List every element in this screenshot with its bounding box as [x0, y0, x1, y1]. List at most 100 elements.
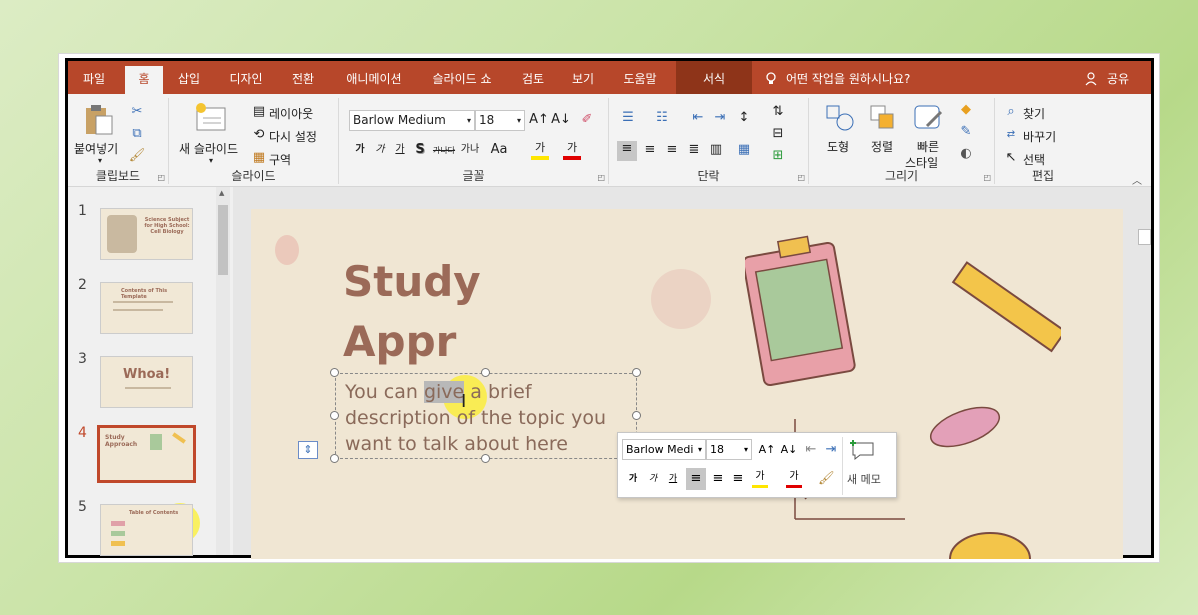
dialog-launcher-icon[interactable]: ◰: [157, 173, 165, 182]
dialog-launcher-icon[interactable]: ◰: [797, 173, 805, 182]
increase-indent-icon[interactable]: ⇥: [711, 110, 729, 126]
slide-thumbnail-5[interactable]: Table of Contents: [100, 504, 193, 556]
numbering-icon[interactable]: ☷: [653, 110, 671, 126]
tab-transitions[interactable]: 전환: [280, 61, 326, 94]
align-left-icon[interactable]: ≡: [686, 468, 706, 490]
slide-thumbnail-2[interactable]: Contents of This Template: [100, 282, 193, 334]
align-left-icon[interactable]: ≡: [617, 141, 637, 161]
smartart-icon[interactable]: ⊞: [769, 148, 787, 164]
distribute-icon[interactable]: ▥: [707, 142, 725, 158]
scrollbar-thumb[interactable]: [218, 205, 228, 275]
chevron-down-icon[interactable]: ▾: [98, 156, 102, 165]
arrange-button[interactable]: 정렬: [871, 138, 893, 155]
shape-effects-icon[interactable]: ◐: [957, 146, 975, 162]
align-right-icon[interactable]: ≡: [730, 471, 746, 487]
select-button[interactable]: 선택: [1023, 151, 1045, 168]
tab-home[interactable]: 홈: [125, 66, 163, 94]
shape-outline-icon[interactable]: ✎: [957, 124, 975, 140]
italic-button[interactable]: 가: [646, 471, 660, 487]
format-painter-icon[interactable]: 🖌: [818, 471, 835, 487]
vertical-scrollbar-thumb[interactable]: [1138, 229, 1151, 245]
slide-thumbnail-3[interactable]: Whoa!: [100, 356, 193, 408]
tab-format[interactable]: 서식: [676, 61, 752, 94]
columns-icon[interactable]: ▦: [735, 142, 753, 158]
thumbnail-scrollbar[interactable]: ▲: [216, 187, 230, 555]
find-button[interactable]: 찾기: [1023, 105, 1045, 122]
share-button[interactable]: 공유: [1102, 61, 1134, 94]
text-direction-icon[interactable]: ⇅: [769, 104, 787, 120]
resize-handle[interactable]: [330, 454, 339, 463]
slide-number: 2: [78, 277, 87, 293]
highlight-button[interactable]: 가: [531, 140, 549, 160]
decrease-indent-icon[interactable]: ⇤: [689, 110, 707, 126]
new-slide-button[interactable]: 새 슬라이드: [179, 140, 238, 157]
tab-design[interactable]: 디자인: [218, 61, 274, 94]
section-button[interactable]: 구역: [269, 151, 291, 168]
change-case-button[interactable]: Aa: [489, 142, 509, 158]
shapes-button[interactable]: 도형: [827, 138, 849, 155]
resize-handle[interactable]: [632, 368, 641, 377]
layout-button[interactable]: 레이아웃: [269, 105, 313, 122]
slide-title-line-2[interactable]: Appr: [343, 317, 456, 367]
chevron-down-icon[interactable]: ▾: [209, 156, 213, 165]
autofit-options-icon[interactable]: ⇕: [298, 441, 318, 459]
scroll-up-icon[interactable]: ▲: [219, 189, 224, 197]
resize-handle[interactable]: [481, 368, 490, 377]
tab-slideshow[interactable]: 슬라이드 쇼: [420, 61, 504, 94]
shrink-font-icon[interactable]: A↓: [780, 442, 798, 458]
slide-thumbnail-1[interactable]: Science Subject for High School: Cell Bi…: [100, 208, 193, 260]
clear-format-icon[interactable]: ✐: [577, 112, 597, 128]
new-comment-button[interactable]: 새 메모: [847, 471, 881, 487]
underline-button[interactable]: 가: [393, 142, 407, 158]
mini-font-dropdown[interactable]: Barlow Medi ▾: [622, 439, 706, 460]
slide-title-line-1[interactable]: Study: [343, 257, 481, 307]
font-name-dropdown[interactable]: Barlow Medium ▾: [349, 110, 475, 131]
format-painter-icon[interactable]: 🖌: [128, 148, 146, 164]
text-cursor-icon: I: [461, 391, 467, 412]
slide-body-text[interactable]: You can give a brief description of the …: [345, 379, 645, 457]
resize-handle[interactable]: [330, 368, 339, 377]
align-center-icon[interactable]: ≡: [710, 471, 726, 487]
font-color-button[interactable]: 가: [563, 140, 581, 160]
font-color-button[interactable]: 가: [786, 469, 802, 488]
line-spacing-icon[interactable]: ↕: [735, 110, 753, 126]
grow-font-icon[interactable]: A↑: [758, 442, 776, 458]
justify-icon[interactable]: ≣: [685, 142, 703, 158]
bullets-icon[interactable]: ☰: [619, 110, 637, 126]
dialog-launcher-icon[interactable]: ◰: [983, 173, 991, 182]
collapse-ribbon-icon[interactable]: ︿: [1132, 172, 1142, 187]
tab-file[interactable]: 파일: [68, 61, 120, 94]
align-center-icon[interactable]: ≡: [641, 142, 659, 158]
replace-button[interactable]: 바꾸기: [1023, 128, 1056, 145]
font-size-dropdown[interactable]: 18 ▾: [475, 110, 525, 131]
shadow-button[interactable]: S: [413, 142, 427, 158]
tab-view[interactable]: 보기: [562, 61, 604, 94]
italic-button[interactable]: 가: [373, 142, 387, 158]
tab-help[interactable]: 도움말: [612, 61, 668, 94]
paste-button[interactable]: 붙여넣기: [74, 140, 118, 157]
tab-insert[interactable]: 삽입: [168, 61, 210, 94]
align-right-icon[interactable]: ≡: [663, 142, 681, 158]
reset-button[interactable]: 다시 설정: [269, 128, 317, 145]
align-text-icon[interactable]: ⊟: [769, 126, 787, 142]
decrease-indent-icon[interactable]: ⇤: [802, 442, 820, 458]
cut-icon[interactable]: ✂: [128, 104, 146, 120]
increase-indent-icon[interactable]: ⇥: [822, 442, 840, 458]
bold-button[interactable]: 가: [353, 142, 367, 158]
grow-font-icon[interactable]: A↑: [529, 112, 549, 128]
mini-size-dropdown[interactable]: 18 ▾: [706, 439, 752, 460]
copy-icon[interactable]: ⧉: [128, 126, 146, 142]
highlight-button[interactable]: 가: [752, 469, 768, 488]
dialog-launcher-icon[interactable]: ◰: [597, 173, 605, 182]
tab-animations[interactable]: 애니메이션: [334, 61, 414, 94]
resize-handle[interactable]: [330, 411, 339, 420]
bold-button[interactable]: 가: [626, 471, 640, 487]
slide-thumbnail-4[interactable]: Study Approach: [97, 425, 196, 483]
underline-button[interactable]: 가: [666, 471, 680, 487]
shape-fill-icon[interactable]: ◆: [957, 102, 975, 118]
shrink-font-icon[interactable]: A↓: [551, 112, 571, 128]
strikethrough-button[interactable]: 가나다: [431, 143, 457, 159]
char-spacing-button[interactable]: 가나: [459, 142, 481, 158]
tell-me-search[interactable]: 어떤 작업을 원하시나요?: [786, 61, 936, 94]
tab-review[interactable]: 검토: [512, 61, 554, 94]
